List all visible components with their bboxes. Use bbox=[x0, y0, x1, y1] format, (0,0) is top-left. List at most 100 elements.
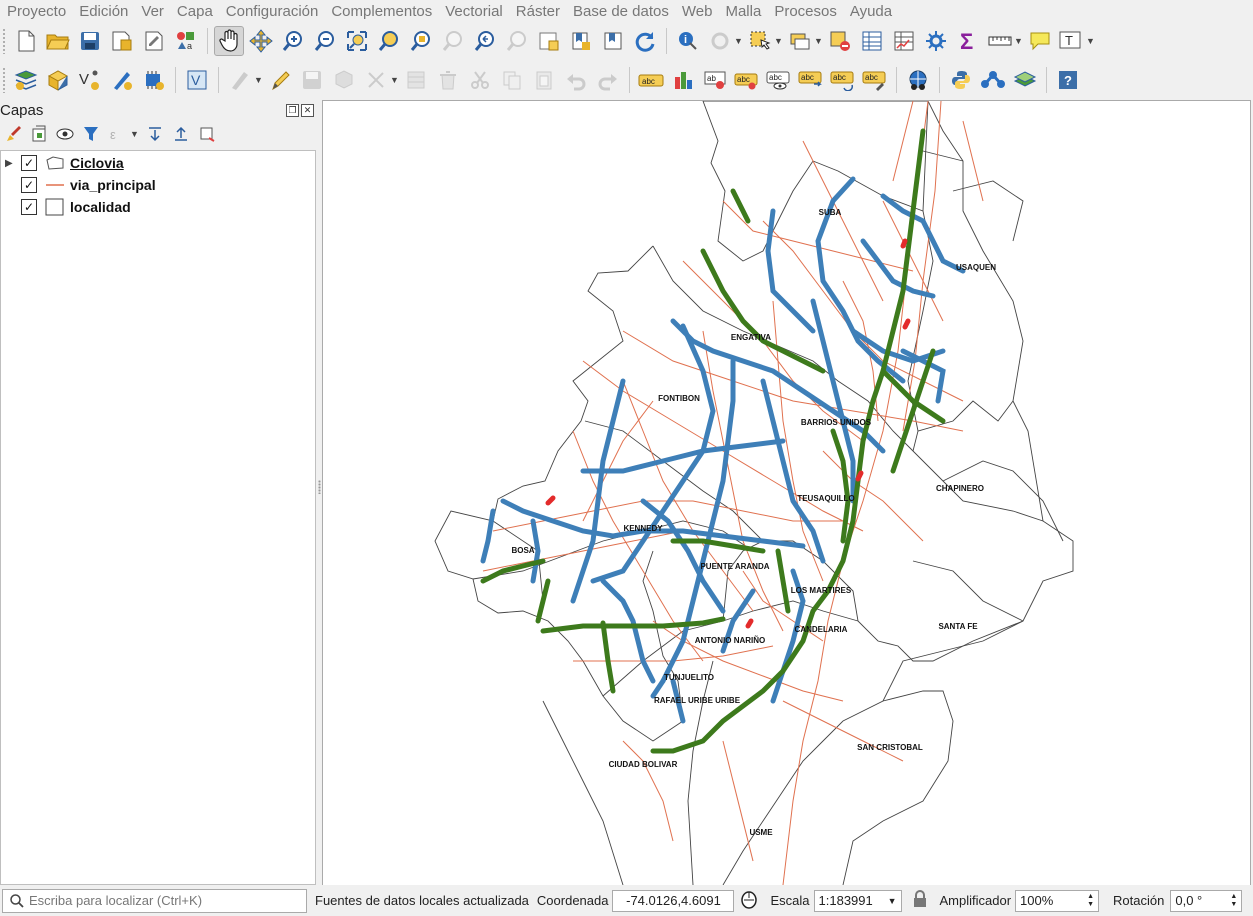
move-label-icon[interactable]: abc bbox=[796, 65, 826, 95]
chevron-down-icon[interactable]: ▼ bbox=[390, 75, 400, 85]
remove-layer-icon[interactable] bbox=[196, 123, 218, 145]
add-feature-icon[interactable] bbox=[329, 65, 359, 95]
layer-name[interactable]: localidad bbox=[70, 199, 131, 215]
select-features-icon[interactable] bbox=[745, 26, 775, 56]
layer-row-ciclovia[interactable]: ▶ ✓ Ciclovia bbox=[1, 152, 313, 174]
delete-selected-icon[interactable] bbox=[433, 65, 463, 95]
toggle-editing-pencil-icon[interactable] bbox=[265, 65, 295, 95]
help-icon[interactable]: ? bbox=[1053, 65, 1083, 95]
rotation-spinbox[interactable]: 0,0 ° ▲ ▼ bbox=[1170, 889, 1243, 912]
globe-plugin-icon[interactable] bbox=[903, 65, 933, 95]
chevron-down-icon[interactable]: ▼ bbox=[774, 36, 784, 46]
modify-attributes-icon[interactable] bbox=[401, 65, 431, 95]
layer-visibility-checkbox[interactable]: ✓ bbox=[21, 177, 37, 193]
save-as-icon[interactable] bbox=[107, 26, 137, 56]
panel-splitter-handle[interactable] bbox=[318, 480, 321, 494]
mouse-coordinate-toggle-icon[interactable] bbox=[740, 889, 762, 912]
new-bookmark-icon[interactable] bbox=[566, 26, 596, 56]
zoom-out-icon[interactable] bbox=[310, 26, 340, 56]
chevron-down-icon[interactable]: ▼ bbox=[1014, 36, 1024, 46]
chevron-down-icon[interactable]: ▼ bbox=[130, 129, 140, 139]
spin-arrows-icon[interactable]: ▲ ▼ bbox=[1230, 893, 1237, 909]
filter-legend-icon[interactable] bbox=[80, 123, 102, 145]
collapse-all-icon[interactable] bbox=[170, 123, 192, 145]
zoom-in-icon[interactable] bbox=[278, 26, 308, 56]
menu-capa[interactable]: Capa bbox=[170, 3, 219, 20]
show-hide-labels-icon[interactable]: abc bbox=[764, 65, 794, 95]
zoom-last-icon[interactable] bbox=[470, 26, 500, 56]
refresh-icon[interactable] bbox=[630, 26, 660, 56]
show-bookmarks-icon[interactable] bbox=[598, 26, 628, 56]
filter-expression-icon[interactable]: ε bbox=[106, 123, 128, 145]
layer-visibility-checkbox[interactable]: ✓ bbox=[21, 155, 37, 171]
python-console-icon[interactable] bbox=[946, 65, 976, 95]
save-project-icon[interactable] bbox=[75, 26, 105, 56]
processing-toolbox-icon[interactable] bbox=[921, 26, 951, 56]
plugin-layers-icon[interactable] bbox=[1010, 65, 1040, 95]
chevron-down-icon[interactable]: ▼ bbox=[888, 896, 897, 906]
cut-features-icon[interactable] bbox=[465, 65, 495, 95]
menu-edicion[interactable]: Edición bbox=[72, 3, 134, 20]
zoom-to-layer-icon[interactable] bbox=[406, 26, 436, 56]
layer-visibility-checkbox[interactable]: ✓ bbox=[21, 199, 37, 215]
coordinate-field[interactable]: -74.0126,4.6091 bbox=[612, 889, 735, 912]
manage-visibility-eye-icon[interactable] bbox=[54, 123, 76, 145]
current-edits-icon[interactable] bbox=[225, 65, 255, 95]
menu-ver[interactable]: Ver bbox=[134, 3, 170, 20]
map-canvas[interactable]: SUBA USAQUEN ENGATIVA FONTIBON BARRIOS U… bbox=[322, 100, 1251, 886]
toolbar-grip[interactable] bbox=[2, 67, 6, 93]
pan-hand-icon[interactable] bbox=[214, 26, 244, 56]
deselect-features-icon[interactable] bbox=[825, 26, 855, 56]
identify-icon[interactable]: i bbox=[673, 26, 703, 56]
digitize-layer-icon[interactable]: V bbox=[182, 65, 212, 95]
rotate-label-icon[interactable]: abc bbox=[828, 65, 858, 95]
vertex-tool-icon[interactable] bbox=[361, 65, 391, 95]
expand-all-icon[interactable] bbox=[144, 123, 166, 145]
chevron-down-icon[interactable]: ▼ bbox=[814, 36, 824, 46]
zoom-native-icon[interactable] bbox=[438, 26, 468, 56]
zoom-next-icon[interactable] bbox=[502, 26, 532, 56]
layer-name[interactable]: via_principal bbox=[70, 177, 156, 193]
redo-icon[interactable] bbox=[593, 65, 623, 95]
open-project-icon[interactable] bbox=[43, 26, 73, 56]
new-vector-layer-icon[interactable]: V bbox=[75, 65, 105, 95]
lock-scale-icon[interactable] bbox=[912, 890, 932, 911]
magnifier-spinbox[interactable]: 100% ▲ ▼ bbox=[1015, 889, 1100, 912]
expand-arrow-icon[interactable]: ▶ bbox=[5, 158, 15, 169]
float-panel-icon[interactable]: ❐ bbox=[286, 104, 299, 117]
text-annotation-icon[interactable]: T bbox=[1057, 26, 1087, 56]
new-virtual-layer-icon[interactable] bbox=[139, 65, 169, 95]
attribute-table-icon[interactable] bbox=[857, 26, 887, 56]
data-source-manager-icon[interactable] bbox=[11, 65, 41, 95]
graphical-modeler-icon[interactable] bbox=[978, 65, 1008, 95]
add-group-icon[interactable] bbox=[28, 123, 50, 145]
scale-combobox[interactable]: 1:183991 ▼ bbox=[813, 889, 902, 912]
layer-name[interactable]: Ciclovia bbox=[70, 155, 124, 171]
print-layout-icon[interactable] bbox=[139, 26, 169, 56]
layer-row-via-principal[interactable]: ✓ via_principal bbox=[1, 174, 313, 196]
chevron-down-icon[interactable]: ▼ bbox=[1086, 36, 1096, 46]
menu-configuracion[interactable]: Configuración bbox=[219, 3, 325, 20]
select-by-value-icon[interactable] bbox=[785, 26, 815, 56]
paste-features-icon[interactable] bbox=[529, 65, 559, 95]
zoom-full-icon[interactable] bbox=[342, 26, 372, 56]
menu-web[interactable]: Web bbox=[675, 3, 719, 20]
new-temporary-layer-icon[interactable] bbox=[107, 65, 137, 95]
field-calculator-icon[interactable] bbox=[889, 26, 919, 56]
highlight-pinned-labels-icon[interactable]: abc bbox=[732, 65, 762, 95]
menu-raster[interactable]: Ráster bbox=[509, 3, 566, 20]
label-toolbar-icon[interactable]: abc bbox=[636, 65, 666, 95]
menu-procesos[interactable]: Procesos bbox=[767, 3, 843, 20]
new-geopackage-icon[interactable] bbox=[43, 65, 73, 95]
statistics-sigma-icon[interactable]: Σ bbox=[953, 26, 983, 56]
layer-row-localidad[interactable]: ✓ localidad bbox=[1, 196, 313, 218]
menu-complementos[interactable]: Complementos bbox=[324, 3, 438, 20]
copy-features-icon[interactable] bbox=[497, 65, 527, 95]
style-manager-icon[interactable]: a bbox=[171, 26, 201, 56]
new-map-view-icon[interactable] bbox=[534, 26, 564, 56]
measure-icon[interactable] bbox=[985, 26, 1015, 56]
chevron-down-icon[interactable]: ▼ bbox=[734, 36, 744, 46]
layer-diagram-icon[interactable] bbox=[668, 65, 698, 95]
locator-placeholder[interactable]: Escriba para localizar (Ctrl+K) bbox=[29, 893, 202, 908]
undo-icon[interactable] bbox=[561, 65, 591, 95]
